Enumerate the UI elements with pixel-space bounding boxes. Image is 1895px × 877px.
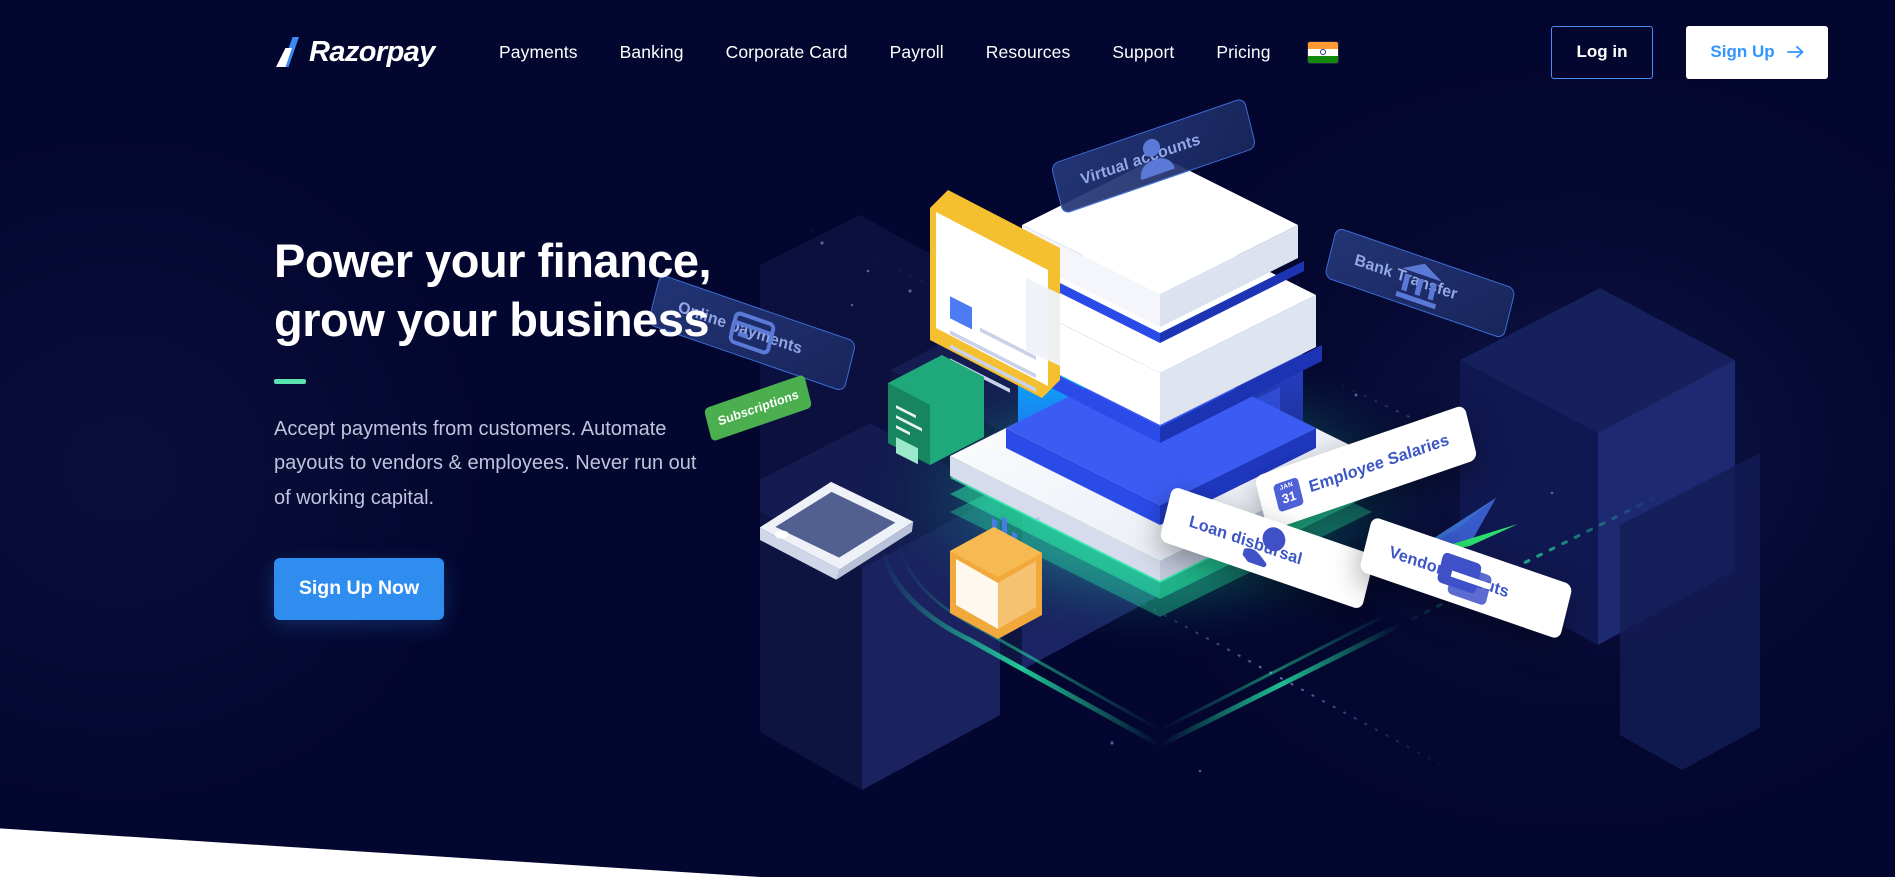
hero-subtitle: Accept payments from customers. Automate… xyxy=(274,417,697,510)
india-flag-icon[interactable] xyxy=(1307,41,1338,63)
nav-item-payroll[interactable]: Payroll xyxy=(869,42,965,63)
site-header: Razorpay Payments Banking Corporate Card… xyxy=(0,0,1895,104)
hero-section: Power your finance, grow your business A… xyxy=(274,232,834,620)
nav-item-pricing[interactable]: Pricing xyxy=(1195,42,1291,63)
nav-item-resources[interactable]: Resources xyxy=(965,42,1092,63)
nav-item-banking[interactable]: Banking xyxy=(599,42,705,63)
hero-accent-bar xyxy=(274,378,306,384)
nav-item-support[interactable]: Support xyxy=(1091,42,1195,63)
signup-button[interactable]: Sign Up xyxy=(1686,25,1828,79)
calendar-day: 31 xyxy=(1280,487,1298,507)
page-root: Virtual accounts Online payments Bank Tr… xyxy=(0,0,1895,877)
signup-button-label: Sign Up xyxy=(1710,42,1775,61)
signup-now-button[interactable]: Sign Up Now xyxy=(274,557,444,620)
auth-actions: Log in Sign Up xyxy=(1551,0,1895,104)
bottom-white-wedge xyxy=(0,828,760,877)
nav-item-payments[interactable]: Payments xyxy=(478,42,599,63)
hero-illustration: Virtual accounts Online payments Bank Tr… xyxy=(647,95,1760,815)
calendar-icon: JAN 31 xyxy=(1272,476,1305,513)
nav-item-corporate-card[interactable]: Corporate Card xyxy=(705,42,869,63)
razorpay-logo[interactable]: Razorpay xyxy=(273,30,435,74)
hero-title: Power your finance, grow your business xyxy=(274,234,712,346)
arrow-right-icon xyxy=(1786,45,1804,59)
razorpay-logo-icon xyxy=(273,35,307,69)
main-navigation: Payments Banking Corporate Card Payroll … xyxy=(478,0,1338,104)
login-button[interactable]: Log in xyxy=(1551,25,1653,79)
brand-name: Razorpay xyxy=(309,35,435,68)
